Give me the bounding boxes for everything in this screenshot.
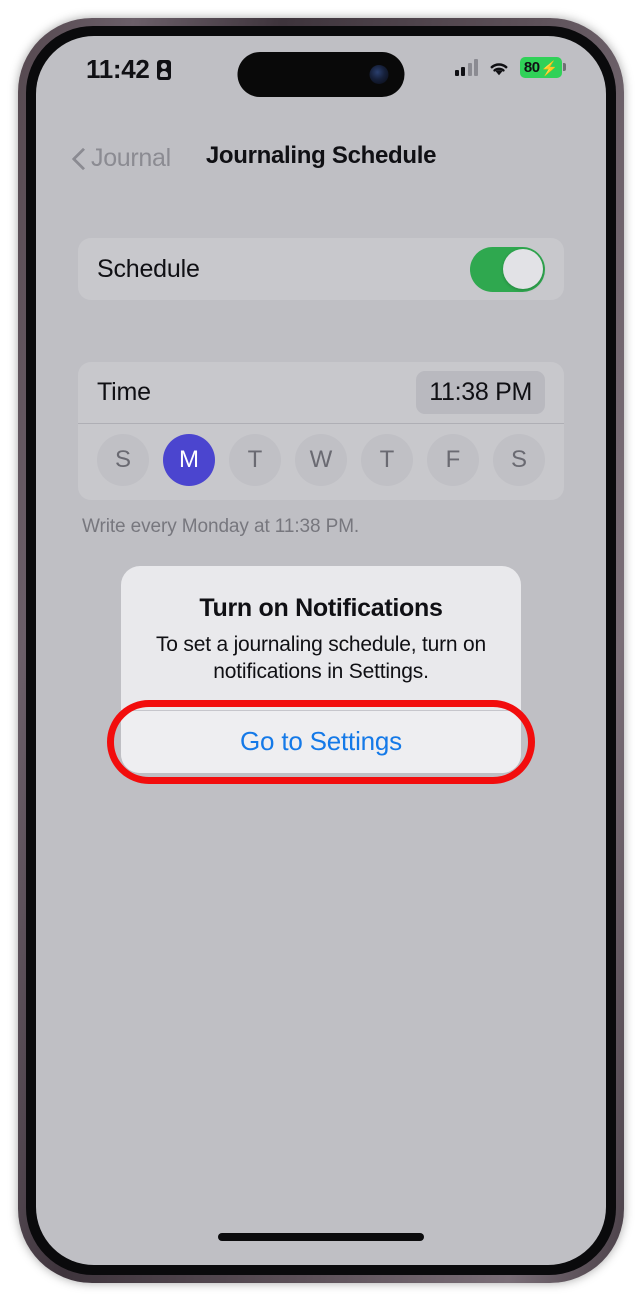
- time-value-picker[interactable]: 11:38 PM: [416, 371, 545, 414]
- alert-text-block: Turn on Notifications To set a journalin…: [121, 566, 521, 710]
- cellular-signal-icon: [454, 59, 478, 76]
- weekday-selector: S M T W T F S: [78, 424, 564, 490]
- home-indicator[interactable]: [218, 1233, 424, 1241]
- page-title: Journaling Schedule: [205, 142, 437, 169]
- time-label: Time: [97, 378, 151, 406]
- schedule-label: Schedule: [97, 254, 200, 283]
- navigation-bar: Journal Journaling Schedule: [36, 136, 606, 188]
- phone-screen: 11:42 80 ⚡ Journal Journaling Schedule S…: [36, 36, 606, 1265]
- status-bar-clock: 11:42: [86, 54, 150, 84]
- schedule-card: Schedule: [78, 238, 564, 300]
- schedule-footnote: Write every Monday at 11:38 PM.: [82, 516, 360, 537]
- time-row: Time 11:38 PM: [78, 362, 564, 424]
- alert-message: To set a journaling schedule, turn on no…: [156, 633, 486, 683]
- weekday-friday[interactable]: F: [427, 434, 479, 486]
- schedule-toggle-knob: [502, 249, 543, 289]
- battery-charging-icon: ⚡: [540, 59, 559, 76]
- status-bar-left: 11:42: [86, 54, 171, 85]
- alert-wrapper: Turn on Notifications To set a journalin…: [107, 566, 535, 784]
- phone-frame: 11:42 80 ⚡ Journal Journaling Schedule S…: [18, 18, 624, 1283]
- time-card: Time 11:38 PM S M T W T F S: [78, 362, 564, 500]
- notifications-alert-dialog: Turn on Notifications To set a journalin…: [121, 566, 521, 773]
- go-to-settings-button[interactable]: Go to Settings: [121, 710, 521, 773]
- settings-content: Schedule Time 11:38 PM S M T W T F S Wri…: [36, 196, 606, 538]
- weekday-saturday[interactable]: S: [493, 434, 545, 486]
- status-bar: 11:42 80 ⚡: [36, 36, 606, 98]
- weekday-monday[interactable]: M: [163, 434, 215, 486]
- weekday-wednesday[interactable]: W: [295, 434, 347, 486]
- lock-badge-icon: [156, 59, 171, 80]
- phone-bezel: 11:42 80 ⚡ Journal Journaling Schedule S…: [26, 26, 616, 1275]
- schedule-row[interactable]: Schedule: [78, 238, 564, 300]
- weekday-tuesday[interactable]: T: [229, 434, 281, 486]
- status-bar-right: 80 ⚡: [454, 57, 566, 78]
- front-camera-icon: [369, 65, 389, 84]
- weekday-thursday[interactable]: T: [361, 434, 413, 486]
- battery-icon: 80 ⚡: [520, 57, 566, 78]
- alert-title: Turn on Notifications: [199, 594, 443, 622]
- wifi-icon: [487, 59, 511, 77]
- schedule-toggle[interactable]: [470, 246, 545, 292]
- dynamic-island: [237, 52, 405, 97]
- battery-level-text: 80: [523, 59, 540, 76]
- weekday-sunday[interactable]: S: [97, 434, 149, 486]
